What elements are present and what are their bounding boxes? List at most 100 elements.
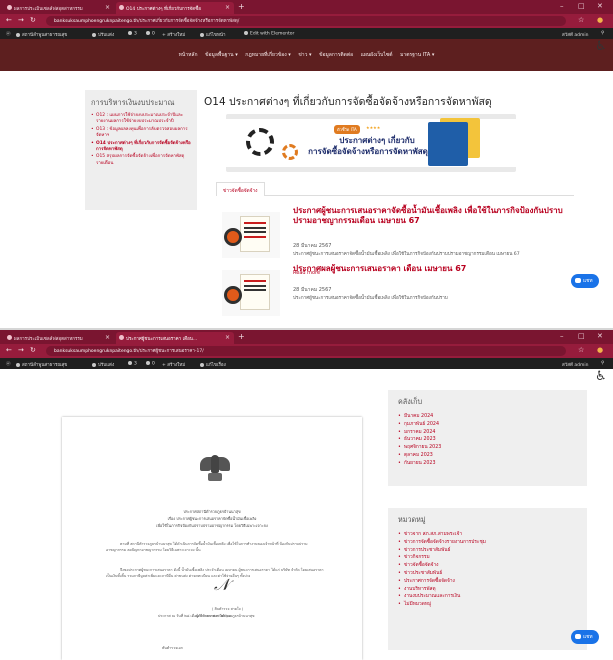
archive-link[interactable]: กุมภาพันธ์ 2024 bbox=[398, 421, 577, 429]
pencil-icon bbox=[92, 32, 96, 37]
nav-item-sitemap[interactable]: แผนผังเว็บไซต์ bbox=[361, 52, 393, 58]
profile-icon[interactable]: ● bbox=[597, 16, 603, 24]
archive-link[interactable]: มกราคม 2024 bbox=[398, 429, 577, 437]
nav-item-ita[interactable]: มาตรฐาน ITA ▾ bbox=[400, 52, 434, 58]
post-title-link[interactable]: ประกาศผู้ชนะการเสนอราคาจัดซื้อน้ำมันเชื้… bbox=[293, 206, 573, 225]
tab-label: ผลการประเมินเซลล์ฟสอุตสาหกรรม bbox=[14, 337, 83, 342]
bookmark-star-icon[interactable]: ☆ bbox=[578, 346, 584, 354]
archive-link[interactable]: มีนาคม 2024 bbox=[398, 413, 577, 421]
new-tab-icon[interactable]: + bbox=[238, 332, 245, 341]
nav-item-news[interactable]: ข่าว ▾ bbox=[298, 52, 311, 58]
minimize-icon[interactable]: – bbox=[560, 2, 564, 10]
category-link[interactable]: งานบริหารพัสดุ bbox=[398, 586, 577, 594]
back-icon[interactable]: ← bbox=[6, 16, 12, 24]
reload-icon[interactable]: ↻ bbox=[30, 16, 36, 24]
archive-link[interactable]: ตุลาคม 2023 bbox=[398, 452, 577, 460]
forward-icon[interactable]: → bbox=[18, 346, 24, 354]
pencil-icon bbox=[200, 32, 204, 37]
sidebar-item-o14[interactable]: O14 ประกาศต่างๆ ที่เกี่ยวกับการจัดซื้อจั… bbox=[91, 141, 191, 154]
sidebar-item-o15[interactable]: O15 สรุปผลการจัดซื้อจัดจ้างเพื่อการจัดหา… bbox=[91, 154, 191, 167]
admin-bar-elementor[interactable]: Edit with Elementor bbox=[244, 31, 294, 37]
admin-bar-customize[interactable]: ปรับแต่ง bbox=[92, 31, 114, 38]
category-link[interactable]: ประกาศการจัดซื้อจัดจ้าง bbox=[398, 578, 577, 586]
chat-bubble-icon bbox=[575, 278, 581, 283]
nav-item-basic-info[interactable]: ข้อมูลพื้นฐาน ▾ bbox=[205, 52, 238, 58]
browser-tab[interactable]: ผลการประเมินเซลล์ฟสอุตสาหกรรม × bbox=[4, 332, 114, 344]
profile-icon[interactable]: ● bbox=[597, 346, 603, 354]
chat-bubble-icon bbox=[575, 634, 581, 639]
accessibility-icon[interactable]: ♿ bbox=[595, 40, 607, 54]
reload-icon[interactable]: ↻ bbox=[30, 346, 36, 354]
address-input[interactable]: banksuksaumphoengruknpaitengo.th/ประกาศเ… bbox=[46, 16, 566, 26]
archive-link[interactable]: ธันวาคม 2023 bbox=[398, 436, 577, 444]
maximize-icon[interactable]: □ bbox=[578, 332, 585, 340]
archive-title: คลังเก็บ bbox=[398, 397, 423, 406]
close-icon[interactable]: × bbox=[105, 4, 110, 11]
browser-url-bar: ← → ↻ banksuksaumphoengruknpaitengo.th/ป… bbox=[0, 14, 613, 28]
admin-bar-edit-post[interactable]: แก้ไขเรื่อง bbox=[200, 361, 226, 368]
category-link[interactable]: ข่าวประชาสัมพันธ์ bbox=[398, 570, 577, 578]
close-icon[interactable]: × bbox=[105, 334, 110, 341]
admin-bar-comments[interactable]: 0 bbox=[146, 361, 155, 367]
chat-button[interactable]: แชท bbox=[571, 274, 599, 288]
admin-bar-new[interactable]: + สร้างใหม่ bbox=[162, 31, 185, 38]
browser-tab-bar: ผลการประเมินเซลล์ฟสอุตสาหกรรม × O14 ประก… bbox=[0, 0, 613, 14]
category-link[interactable]: งานงบประมาณและการเงิน bbox=[398, 593, 577, 601]
archive-widget: คลังเก็บ มีนาคม 2024 กุมภาพันธ์ 2024 มกร… bbox=[388, 390, 587, 486]
address-input[interactable]: banksuksaumphoengruknpaitengo.th/ประกาศผ… bbox=[46, 346, 566, 356]
category-link[interactable]: ไม่มีหมวดหมู่ bbox=[398, 601, 577, 609]
admin-bar-account[interactable]: สวัสดี admin bbox=[562, 31, 588, 38]
browser-tab[interactable]: ผลการประเมินเซลล์ฟสอุตสาหกรรม × bbox=[4, 2, 114, 14]
archive-link[interactable]: พฤศจิกายน 2023 bbox=[398, 444, 577, 452]
nav-item-home[interactable]: หน้าหลัก bbox=[179, 52, 198, 58]
category-link[interactable]: ข่าวกิจกรรม bbox=[398, 554, 577, 562]
sidebar-item-o13[interactable]: O13 : ข้อมูลผลลงทุนเพื่อการลับตรวจสอบผลก… bbox=[91, 127, 191, 140]
admin-bar-customize[interactable]: ปรับแต่ง bbox=[92, 361, 114, 368]
forward-icon[interactable]: → bbox=[18, 16, 24, 24]
admin-bar-account[interactable]: สวัสดี admin bbox=[562, 361, 588, 368]
category-link[interactable]: ข่าวจัดซื้อจัดจ้าง bbox=[398, 562, 577, 570]
close-window-icon[interactable]: ✕ bbox=[597, 2, 603, 10]
category-link[interactable]: ข่าวการประชาสัมพันธ์ bbox=[398, 547, 577, 555]
admin-bar-new[interactable]: + สร้างใหม่ bbox=[162, 361, 185, 368]
browser-tab-active[interactable]: ประกาศผู้ชนะการเสนอราคา เดือน... × bbox=[116, 332, 234, 344]
browser-tab-active[interactable]: O14 ประกาศต่างๆ ที่เกี่ยวกับการจัดซื้อ × bbox=[116, 2, 234, 14]
browser-url-bar: ← → ↻ banksuksaumphoengruknpaitengo.th/ป… bbox=[0, 344, 613, 358]
admin-bar-edit-page[interactable]: แก้ไขหน้า bbox=[200, 31, 226, 38]
close-window-icon[interactable]: ✕ bbox=[597, 332, 603, 340]
post-excerpt: ประกาศผู้ชนะการเสนอราคาจัดซื้อน้ำมันเชื้… bbox=[293, 252, 520, 257]
category-link[interactable]: ข่าวการจัดซื้อจัดจ้างรายงานการประชุม bbox=[398, 539, 577, 547]
search-icon[interactable]: ⚲ bbox=[601, 361, 604, 366]
archive-link[interactable]: กันยายน 2023 bbox=[398, 460, 577, 468]
document-paragraph: ตามที่ สถานีตำรวจภูธรบ้านนาสุข ได้ดำเนิน… bbox=[106, 542, 308, 553]
search-icon[interactable]: ⚲ bbox=[601, 31, 604, 36]
minimize-icon[interactable]: – bbox=[560, 332, 564, 340]
admin-bar-updates[interactable]: 3 bbox=[128, 361, 137, 367]
admin-bar-site[interactable]: สถานีลำพูนสาธารณสุข bbox=[16, 31, 67, 38]
ita-banner: ตัวชี้วัด ITA ★★★★ ประกาศต่างๆ เกี่ยวกับ… bbox=[226, 114, 516, 172]
sidebar-item-o12[interactable]: O12 : แผนการใช้จ่ายงบประมาณประจำปีและราย… bbox=[91, 113, 191, 126]
new-tab-icon[interactable]: + bbox=[238, 2, 245, 11]
admin-bar-updates[interactable]: 3 bbox=[128, 31, 137, 37]
category-link[interactable]: ข่าวจาก สภ.สภ.สามพระเจ้า bbox=[398, 531, 577, 539]
wp-admin-bar: ⓦ สถานีลำพูนสาธารณสุข ปรับแต่ง 3 0 + สร้… bbox=[0, 358, 613, 369]
nav-item-laws[interactable]: กฎหมายที่เกี่ยวข้อง ▾ bbox=[245, 52, 290, 58]
close-icon[interactable]: × bbox=[225, 334, 230, 341]
tab-favicon-icon bbox=[7, 5, 12, 10]
post-thumbnail[interactable] bbox=[222, 212, 280, 258]
bookmark-star-icon[interactable]: ☆ bbox=[578, 16, 584, 24]
screenshot-announcement-detail: ผลการประเมินเซลล์ฟสอุตสาหกรรม × ประกาศผู… bbox=[0, 330, 613, 660]
wp-logo-icon[interactable]: ⓦ bbox=[6, 361, 11, 367]
tab-procurement-news[interactable]: ข่าวจัดซื้อจัดจ้าง bbox=[216, 182, 265, 196]
post-thumbnail[interactable] bbox=[222, 270, 280, 316]
wp-logo-icon[interactable]: ⓦ bbox=[6, 31, 11, 37]
maximize-icon[interactable]: □ bbox=[578, 2, 585, 10]
close-icon[interactable]: × bbox=[225, 4, 230, 11]
back-icon[interactable]: ← bbox=[6, 346, 12, 354]
nav-item-contact[interactable]: ข้อมูลการติดต่อ bbox=[319, 52, 353, 58]
admin-bar-comments[interactable]: 0 bbox=[146, 31, 155, 37]
admin-bar-site[interactable]: สถานีลำพูนสาธารณสุข bbox=[16, 361, 67, 368]
post-title-link[interactable]: ประกาศผลผู้ชนะการเสนอราคา เดือน เมษายน 6… bbox=[293, 264, 573, 274]
accessibility-icon[interactable]: ♿ bbox=[595, 370, 607, 384]
chat-button[interactable]: แชท bbox=[571, 630, 599, 644]
